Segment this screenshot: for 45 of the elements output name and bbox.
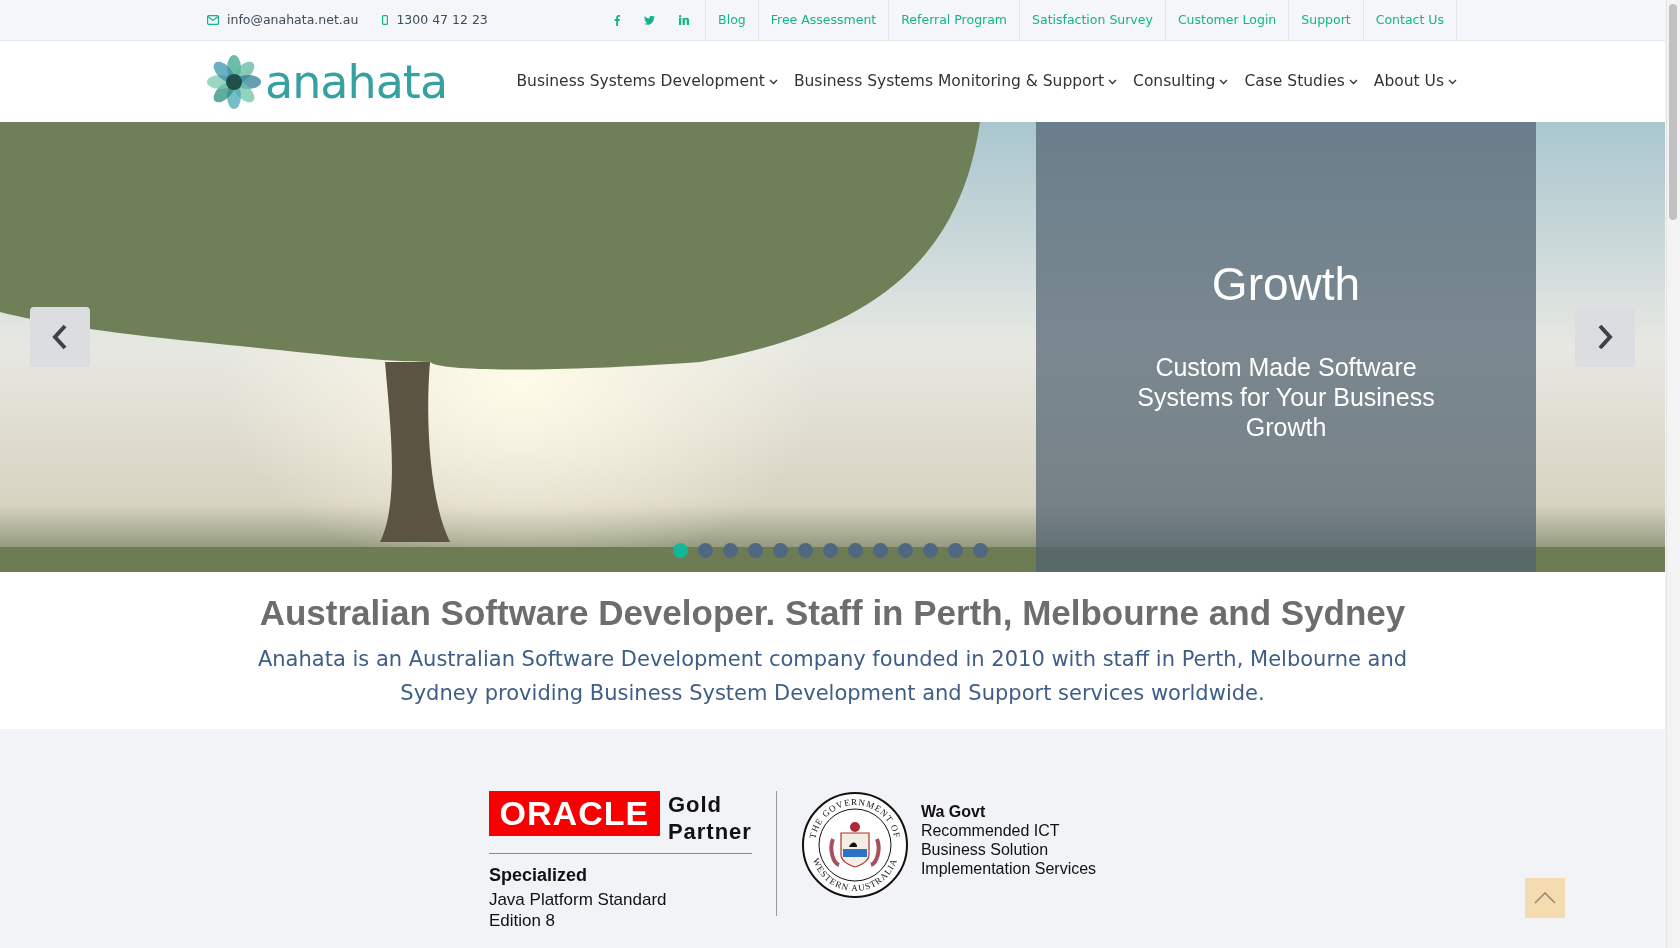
- email-address: info@anahata.net.au: [227, 10, 359, 29]
- envelope-icon: [207, 15, 219, 25]
- flower-logo-icon: [207, 54, 261, 109]
- back-to-top-button[interactable]: [1525, 878, 1565, 918]
- phone-number: 1300 47 12 23: [396, 10, 488, 29]
- govt-description-line: Implementation Services: [920, 859, 1097, 878]
- top-link[interactable]: Referral Program: [888, 0, 1020, 40]
- next-slide-button[interactable]: [1575, 307, 1635, 367]
- specialization-detail: Java Platform Standard Edition 8: [488, 889, 668, 931]
- partner-level: Gold Partner: [667, 791, 752, 845]
- top-link[interactable]: Contact Us: [1362, 0, 1457, 40]
- chevron-left-icon: [52, 324, 68, 350]
- nav-link[interactable]: About Us: [1373, 69, 1457, 94]
- nav-link[interactable]: Consulting: [1133, 69, 1229, 94]
- oracle-logo: ORACLE: [488, 791, 660, 836]
- specialization-title: Specialized: [488, 864, 588, 887]
- scrollbar-thumb[interactable]: [1669, 4, 1677, 220]
- top-link[interactable]: Customer Login: [1164, 0, 1289, 40]
- logo-text: anahata: [265, 58, 448, 105]
- chevron-down-icon: [768, 78, 778, 85]
- top-link[interactable]: Support: [1288, 0, 1363, 40]
- twitter-icon[interactable]: [644, 15, 656, 25]
- nav-link[interactable]: Business Systems Development: [516, 69, 778, 94]
- chevron-down-icon: [1108, 78, 1118, 85]
- chevron-down-icon: [1348, 78, 1358, 85]
- slide-caption: Custom Made Software Systems for Your Business Growth: [1136, 352, 1436, 443]
- nav-link[interactable]: Case Studies: [1244, 69, 1358, 94]
- chevron-down-icon: [1219, 78, 1229, 85]
- nav-link[interactable]: Business Systems Monitoring & Support: [793, 69, 1118, 94]
- top-link[interactable]: Satisfaction Survey: [1019, 0, 1165, 40]
- intro-paragraph: Anahata is an Australian Software Development company founded in 2010 with staff in Perth, Melbourne and Sydney providing Business System Development and Support services worldwide.: [256, 646, 1409, 707]
- top-link[interactable]: Blog: [705, 0, 758, 40]
- facebook-icon[interactable]: [614, 14, 621, 26]
- linkedin-icon[interactable]: [679, 15, 690, 25]
- chevron-up-icon: [1534, 892, 1556, 904]
- previous-slide-button[interactable]: [30, 307, 90, 367]
- chevron-down-icon: [1448, 78, 1457, 85]
- govt-title: Wa Govt: [920, 802, 987, 821]
- top-link[interactable]: Free Assessment: [757, 0, 889, 40]
- mobile-phone-icon: [382, 15, 389, 25]
- govt-description-line: Business Solution: [920, 840, 1050, 859]
- chevron-right-icon: [1597, 324, 1613, 350]
- govt-description-line: Recommended ICT: [920, 821, 1061, 840]
- slide-title: Growth: [1210, 257, 1362, 312]
- intro-heading: Australian Software Developer. Staff in Perth, Melbourne and Sydney: [258, 592, 1407, 634]
